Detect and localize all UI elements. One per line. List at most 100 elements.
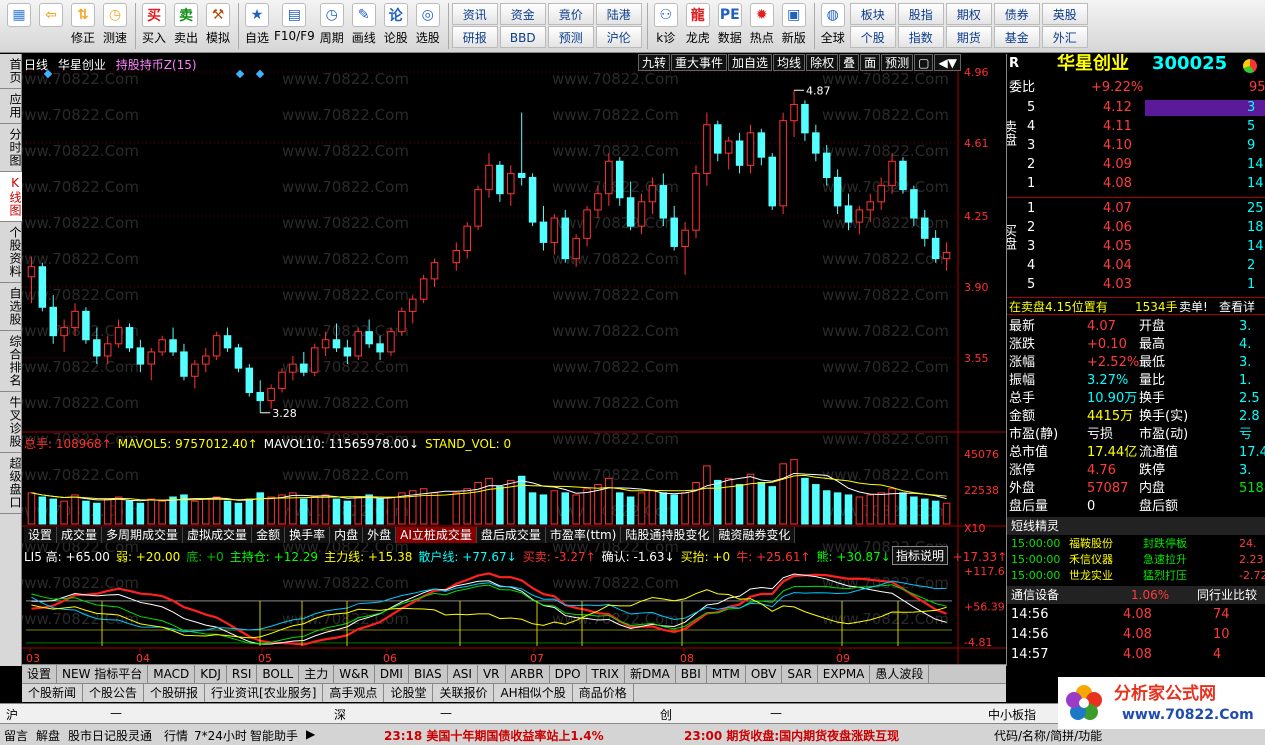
indicator-tab-19[interactable]: SAR <box>782 665 818 683</box>
command-input-hint[interactable]: 代码/名称/简拼/功能 <box>994 727 1102 744</box>
indicator-label[interactable]: 持股持币Z(15) <box>116 58 197 72</box>
status-item-0[interactable]: 留言 <box>4 727 28 744</box>
volume-subtab-5[interactable]: 换手率 <box>285 527 331 543</box>
indicator-tab-8[interactable]: DMI <box>375 665 409 683</box>
kline-btn-6[interactable]: 面 <box>860 54 881 71</box>
status-item-2[interactable]: 股市日记 <box>68 727 116 744</box>
event-marker-icon[interactable] <box>235 69 245 79</box>
pie-chart-icon[interactable] <box>1243 59 1257 73</box>
indicator-tab-13[interactable]: DPO <box>550 665 587 683</box>
indicator-tab-15[interactable]: 新DMA <box>625 665 676 683</box>
indicator-tab-20[interactable]: EXPMA <box>818 665 871 683</box>
status-item-5[interactable]: 7*24小时 <box>194 727 247 744</box>
toolbar-dragon-button[interactable]: 龍龙虎 <box>683 3 713 51</box>
indicator-tab-4[interactable]: RSI <box>227 665 258 683</box>
index-cy[interactable]: 创 <box>660 706 672 723</box>
chart-canvas[interactable]: www.70822.Com www.70822.Com www.70822.Com w… <box>22 54 1006 664</box>
left-tab-5[interactable]: 自选股 <box>0 283 22 331</box>
toolbar-correct-button[interactable]: ⇅ 修正 <box>68 3 98 51</box>
left-tab-1[interactable]: 应用 <box>0 89 22 124</box>
toolbar-market-4-1[interactable]: 外汇 <box>1041 26 1088 48</box>
volume-subtab-0[interactable]: 设置 <box>24 527 58 543</box>
toolbar-market-0-1[interactable]: 个股 <box>849 26 896 48</box>
news-tab-5[interactable]: 论股堂 <box>384 684 434 702</box>
indicator-tab-12[interactable]: ARBR <box>506 665 550 683</box>
status-item-7[interactable]: ▶ <box>306 727 315 741</box>
volume-subtab-12[interactable]: 融资融券变化 <box>714 527 796 543</box>
toolbar-watch-button[interactable]: ★ 自选 <box>242 3 272 51</box>
toolbar-link-2-0[interactable]: 竟价 <box>547 3 594 25</box>
indicator-tab-7[interactable]: W&R <box>334 665 375 683</box>
news-tab-4[interactable]: 高手观点 <box>323 684 385 702</box>
toolbar-data-button[interactable]: PE 数据 <box>715 3 745 51</box>
toolbar-link-1-0[interactable]: 资金 <box>499 3 546 25</box>
left-tab-4[interactable]: 个股资料 <box>0 222 22 283</box>
indicator-help-button[interactable]: 指标说明 <box>892 546 949 565</box>
status-item-6[interactable]: 智能助手 <box>250 727 298 744</box>
volume-subtab-8[interactable]: AI立桩成交量 <box>396 527 477 543</box>
toolbar-market-2-1[interactable]: 期货 <box>945 26 992 48</box>
left-tab-6[interactable]: 综合排名 <box>0 331 22 392</box>
indicator-tab-21[interactable]: 愚人波段 <box>870 665 930 683</box>
kline-btn-7[interactable]: 预测 <box>881 54 914 71</box>
news-tab-1[interactable]: 个股公告 <box>83 684 145 702</box>
indicator-tab-3[interactable]: KDJ <box>195 665 227 683</box>
toolbar-tile-button[interactable]: ▦ <box>4 3 34 51</box>
toolbar-sell-button[interactable]: 卖卖出 <box>171 3 201 51</box>
indicator-tab-2[interactable]: MACD <box>148 665 196 683</box>
toolbar-kdiag-button[interactable]: ⚇ k诊 <box>651 3 681 51</box>
toolbar-link-0-1[interactable]: 研报 <box>451 26 498 48</box>
toolbar-market-2-0[interactable]: 期权 <box>945 3 992 25</box>
status-item-4[interactable]: 行情 <box>164 727 188 744</box>
toolbar-clock1-button[interactable]: ◷ 测速 <box>100 3 130 51</box>
indicator-tab-9[interactable]: BIAS <box>409 665 448 683</box>
indicator-tab-17[interactable]: MTM <box>707 665 746 683</box>
toolbar-hot-button[interactable]: ✹ 热点 <box>747 3 777 51</box>
volume-subtab-9[interactable]: 盘后成交量 <box>476 527 546 543</box>
toolbar-new-button[interactable]: ▣ 新版 <box>779 3 809 51</box>
index-board[interactable]: 中小板指 <box>988 706 1036 723</box>
status-item-3[interactable]: 股灵通 <box>116 727 152 744</box>
toolbar-buy-button[interactable]: 买买入 <box>139 3 169 51</box>
news-tab-7[interactable]: AH相似个股 <box>494 684 573 702</box>
event-marker-icon[interactable] <box>255 69 265 79</box>
kline-btn-8[interactable]: ▢ <box>914 54 934 71</box>
kline-btn-5[interactable]: 叠 <box>839 54 860 71</box>
indicator-tab-5[interactable]: BOLL <box>257 665 300 683</box>
left-tab-3[interactable]: K线图 <box>0 172 22 222</box>
kline-chart-area[interactable]: www.70822.Com www.70822.Com www.70822.Com w… <box>22 54 1007 664</box>
toolbar-market-3-1[interactable]: 基金 <box>993 26 1040 48</box>
indicator-tab-10[interactable]: ASI <box>448 665 478 683</box>
toolbar-link-3-0[interactable]: 陆港 <box>595 3 642 25</box>
toolbar-globe-button[interactable]: ◍ 全球 <box>818 3 848 51</box>
indicator-tab-16[interactable]: BBI <box>676 665 707 683</box>
toolbar-cycle-button[interactable]: ◷ 周期 <box>317 3 347 51</box>
toolbar-select-button[interactable]: ◎ 选股 <box>413 3 443 51</box>
news-tab-0[interactable]: 个股新闻 <box>22 684 84 702</box>
toolbar-link-0-0[interactable]: 资讯 <box>451 3 498 25</box>
toolbar-market-3-0[interactable]: 债券 <box>993 3 1040 25</box>
indicator-tab-14[interactable]: TRIX <box>587 665 625 683</box>
volume-subtab-11[interactable]: 陆股通持股变化 <box>621 527 715 543</box>
kline-btn-0[interactable]: 九转 <box>638 54 671 71</box>
toolbar-link-2-1[interactable]: 预测 <box>547 26 594 48</box>
kline-btn-9[interactable]: ◀▼ <box>934 54 961 71</box>
volume-subtab-7[interactable]: 外盘 <box>363 527 397 543</box>
news-tab-6[interactable]: 关联报价 <box>433 684 495 702</box>
left-tab-0[interactable]: 首页 <box>0 54 22 89</box>
indicator-tab-1[interactable]: NEW 指标平台 <box>57 665 149 683</box>
indicator-tab-0[interactable]: 设置 <box>22 665 58 683</box>
toolbar-link-3-1[interactable]: 沪伦 <box>595 26 642 48</box>
kline-btn-2[interactable]: 加自选 <box>728 54 773 71</box>
index-sh[interactable]: 沪 <box>6 706 18 723</box>
period-label[interactable]: 日线 <box>24 58 48 72</box>
news-ticker-1[interactable]: 23:18 美国十年期国债收益率站上1.4% <box>384 727 604 744</box>
volume-subtab-2[interactable]: 多周期成交量 <box>102 527 184 543</box>
left-tab-7[interactable]: 牛叉诊股 <box>0 392 22 453</box>
toolbar-link-1-1[interactable]: BBD <box>499 26 546 48</box>
toolbar-market-1-1[interactable]: 指数 <box>897 26 944 48</box>
status-item-1[interactable]: 解盘 <box>36 727 60 744</box>
volume-subtab-6[interactable]: 内盘 <box>330 527 364 543</box>
news-tab-2[interactable]: 个股研报 <box>144 684 206 702</box>
kline-btn-4[interactable]: 除权 <box>806 54 839 71</box>
